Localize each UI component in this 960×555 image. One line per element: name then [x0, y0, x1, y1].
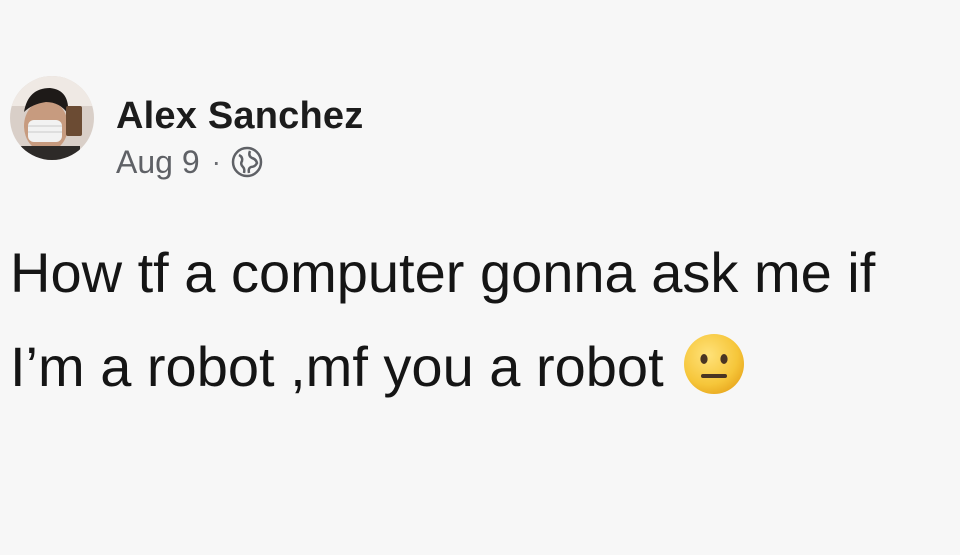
- post-date[interactable]: Aug 9: [116, 144, 200, 181]
- separator-dot: ·: [211, 146, 221, 177]
- post-meta: Alex Sanchez Aug 9 ·: [116, 94, 363, 180]
- post-subline: Aug 9 ·: [116, 144, 363, 180]
- avatar-image: [10, 76, 94, 160]
- post-text: How tf a computer gonna ask me if I’m a …: [10, 226, 950, 414]
- avatar[interactable]: [10, 76, 94, 160]
- neutral-face-emoji: [682, 332, 746, 396]
- post-header: Alex Sanchez Aug 9 ·: [10, 76, 363, 180]
- author-name[interactable]: Alex Sanchez: [116, 94, 363, 138]
- globe-icon[interactable]: [231, 146, 263, 178]
- post-card: Alex Sanchez Aug 9 · How tf a computer g…: [0, 0, 960, 555]
